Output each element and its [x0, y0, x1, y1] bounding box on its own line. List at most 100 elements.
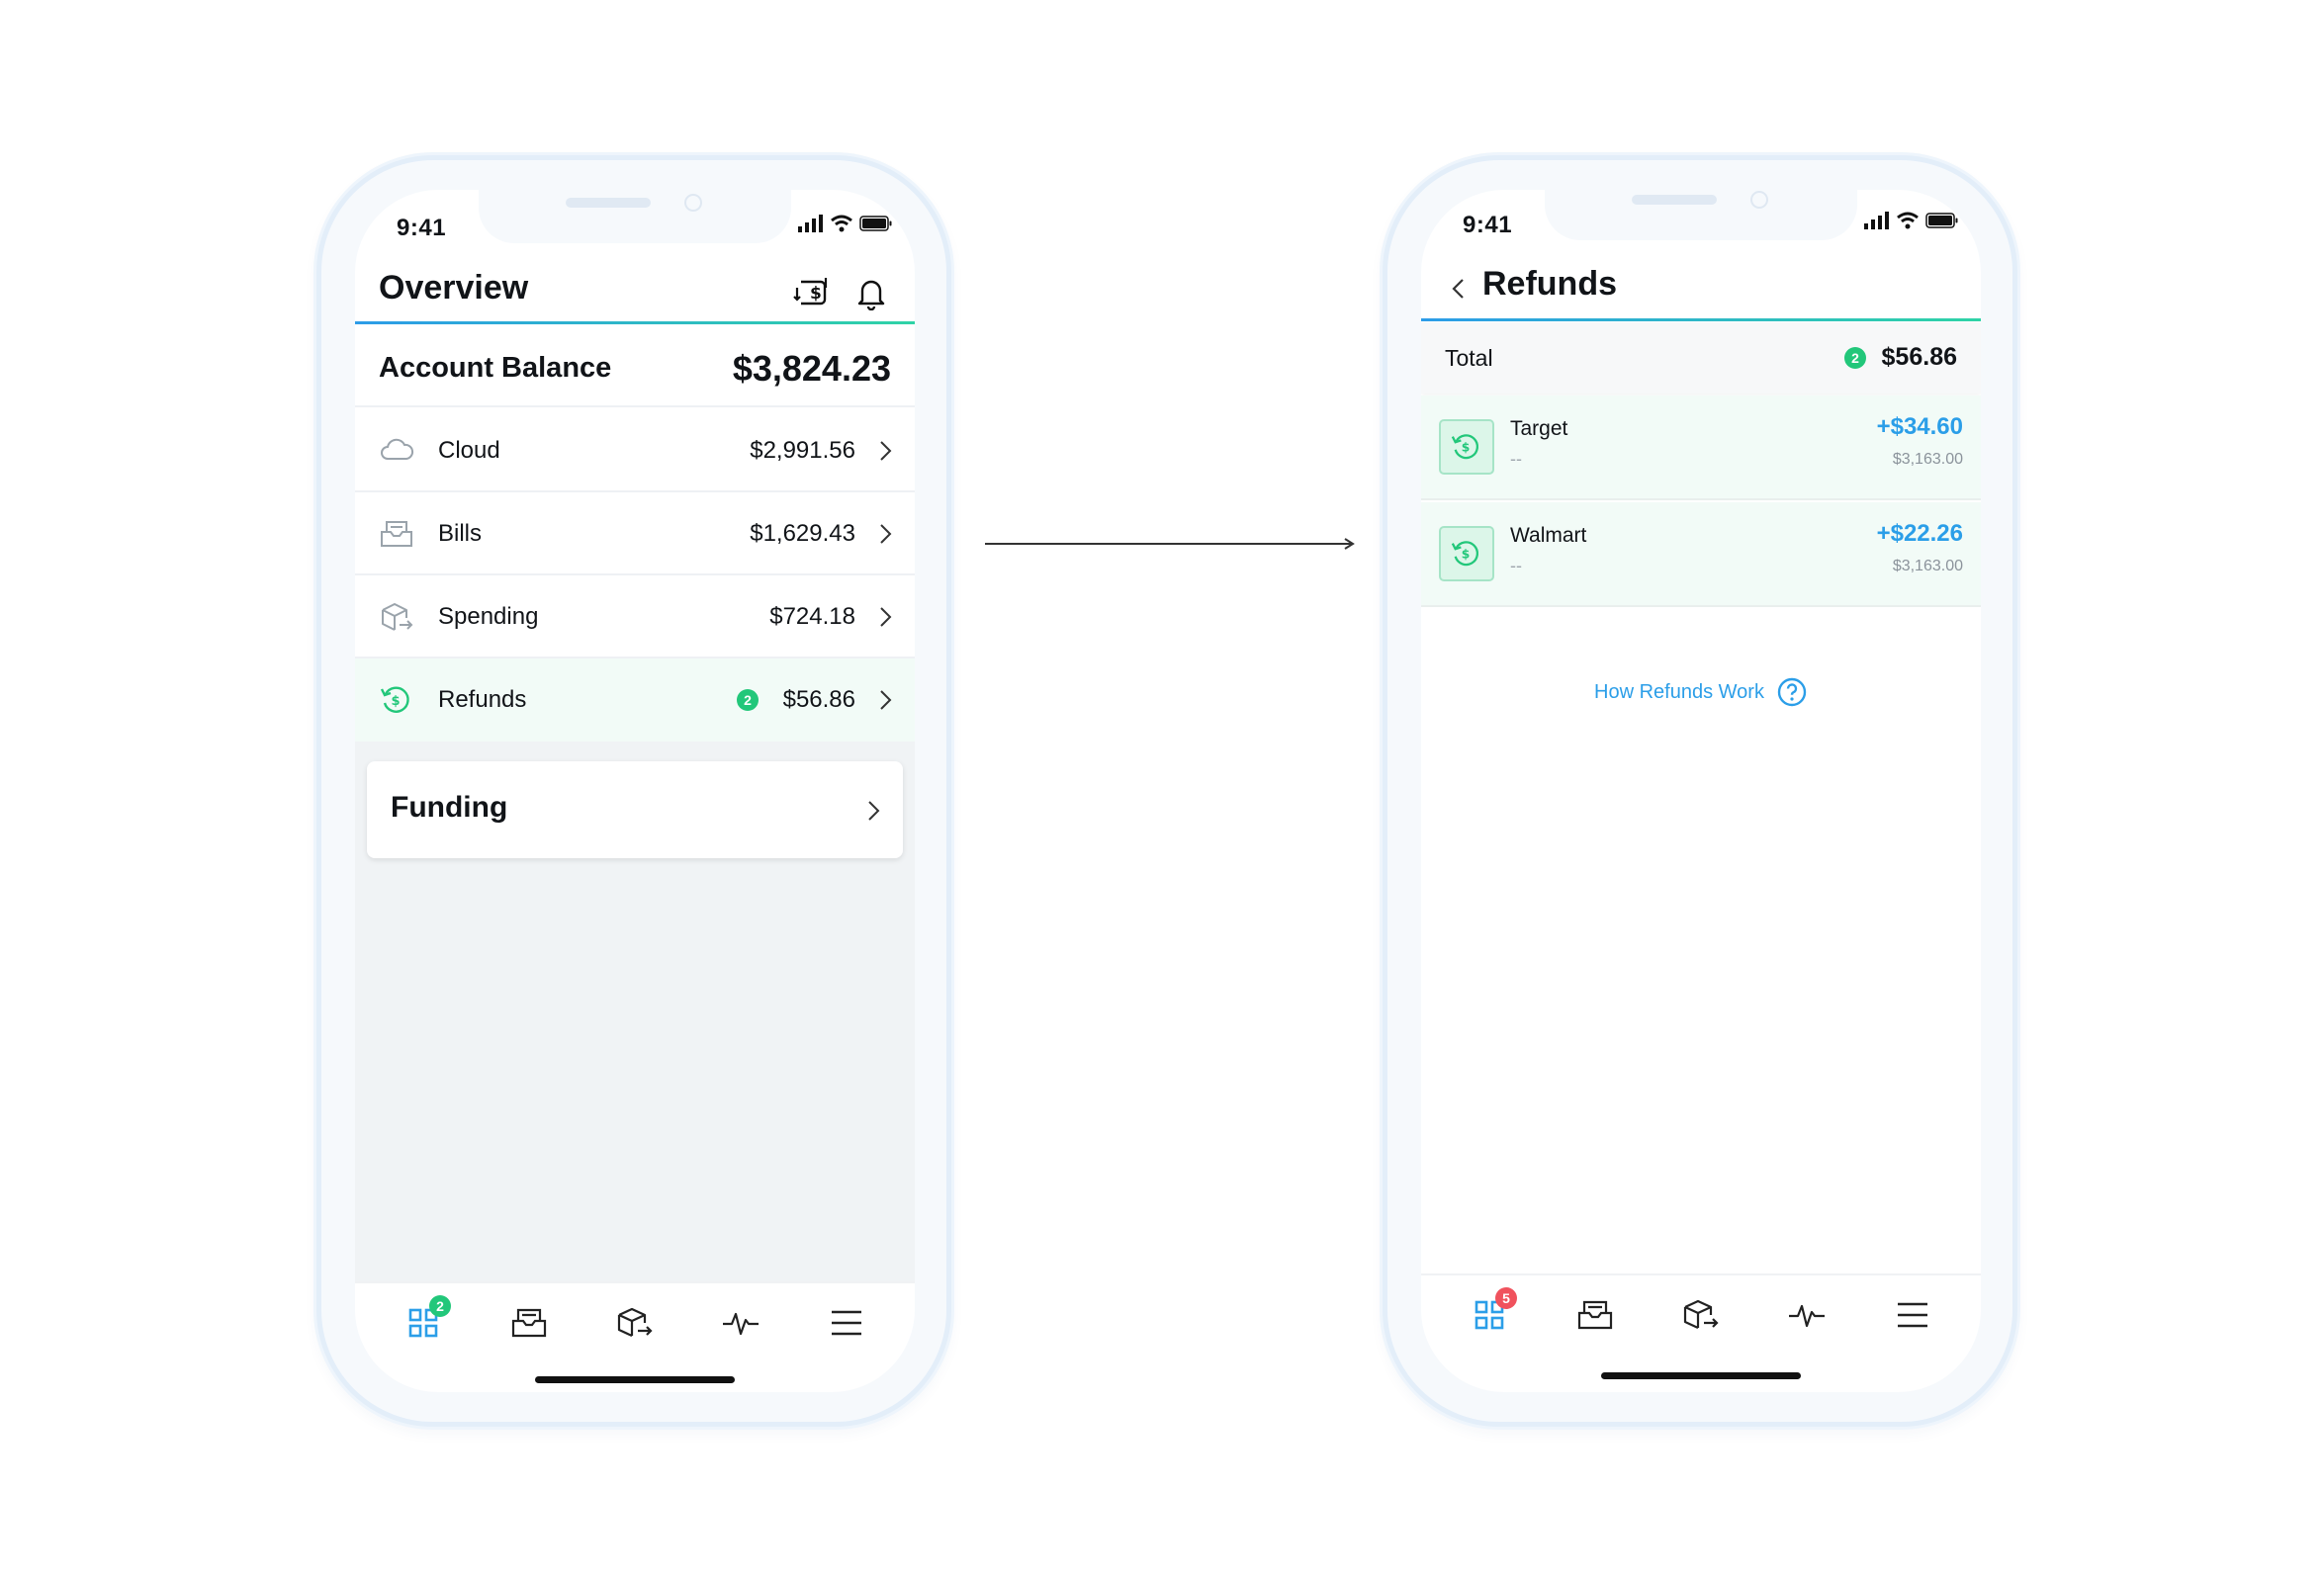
accounts-list: Cloud $2,991.56 Bills $1,629.43 Spending… [355, 409, 915, 742]
chevron-left-icon [1452, 279, 1464, 299]
overview-header: Overview $ [355, 259, 915, 322]
inbox-icon [511, 1308, 547, 1338]
refund-icon: $ [379, 684, 414, 716]
currency-exchange-icon[interactable]: $ [792, 273, 832, 312]
menu-icon [1898, 1302, 1927, 1328]
list-item-label: Bills [438, 520, 483, 547]
refund-balance: $3,163.00 [1892, 451, 1963, 468]
tab-badge: 2 [429, 1295, 451, 1317]
header-accent-line [1421, 318, 1981, 321]
status-time: 9:41 [397, 215, 447, 241]
refund-icon: $ [1439, 419, 1494, 475]
flow-arrow-icon [985, 538, 1355, 550]
svg-text:$: $ [1462, 441, 1471, 455]
account-balance-row: Account Balance $3,824.23 [355, 328, 915, 407]
inbox-icon [1577, 1300, 1613, 1330]
refunds-header: Refunds [1421, 259, 1981, 318]
inbox-icon [379, 518, 414, 550]
box-arrow-icon [1683, 1299, 1719, 1329]
tab-spending[interactable] [613, 1301, 657, 1345]
list-item-label: Refunds [438, 686, 527, 713]
how-refunds-work-label: How Refunds Work [1594, 680, 1764, 703]
activity-icon [1789, 1304, 1825, 1328]
page-title: Overview [379, 269, 529, 307]
refund-amount: +$22.26 [1876, 520, 1963, 547]
tab-inbox[interactable] [1573, 1293, 1617, 1337]
chevron-right-icon [875, 603, 895, 631]
tab-menu[interactable] [1891, 1293, 1934, 1337]
refund-icon: $ [1439, 526, 1494, 581]
overview-screen: 9:41 Overview $ Account Balance $3,824.2… [355, 190, 915, 1392]
chevron-right-icon [875, 520, 895, 548]
tab-badge: 5 [1495, 1287, 1517, 1309]
list-item-value: $724.18 [769, 603, 855, 630]
total-row: Total 2 $56.86 [1421, 322, 1981, 394]
list-item-cloud[interactable]: Cloud $2,991.56 [355, 409, 915, 492]
wifi-icon [831, 215, 852, 232]
how-refunds-work-link[interactable]: How Refunds Work [1421, 672, 1981, 712]
tab-activity[interactable] [719, 1301, 762, 1345]
list-item-value: $2,991.56 [750, 437, 855, 464]
list-item-label: Cloud [438, 437, 500, 464]
tab-bar: 2 [355, 1281, 915, 1370]
chevron-right-icon [875, 437, 895, 465]
refund-merchant: Walmart [1510, 524, 1587, 547]
chevron-right-icon [863, 797, 883, 825]
box-arrow-icon [617, 1307, 653, 1337]
refund-item-target[interactable]: $ Target -- +$34.60 $3,163.00 [1421, 395, 1981, 500]
notch [1545, 190, 1857, 240]
refunds-count-badge: 2 [737, 689, 759, 711]
total-label: Total [1445, 345, 1493, 371]
list-item-bills[interactable]: Bills $1,629.43 [355, 492, 915, 575]
tab-dashboard[interactable]: 2 [402, 1295, 451, 1345]
menu-icon [832, 1310, 861, 1336]
wifi-icon [1897, 212, 1919, 229]
battery-icon [859, 216, 892, 231]
back-button[interactable] [1439, 269, 1478, 308]
home-indicator [535, 1376, 735, 1383]
status-time: 9:41 [1463, 212, 1513, 238]
list-item-label: Spending [438, 603, 539, 630]
phone-refunds: 9:41 Refunds Total 2 $56.86 $ Target -- … [1383, 155, 2017, 1427]
funding-label: Funding [391, 791, 508, 824]
tab-activity[interactable] [1785, 1293, 1829, 1337]
total-count-badge: 2 [1844, 347, 1866, 369]
page-title: Refunds [1482, 265, 1617, 303]
signal-icon [1864, 212, 1889, 229]
svg-text:$: $ [392, 694, 401, 709]
svg-text:$: $ [810, 284, 822, 304]
refund-subtitle: -- [1510, 556, 1522, 575]
chevron-right-icon [875, 686, 895, 714]
phone-overview: 9:41 Overview $ Account Balance $3,824.2… [316, 155, 951, 1427]
refund-merchant: Target [1510, 417, 1568, 440]
bell-icon[interactable] [851, 273, 891, 312]
tab-spending[interactable] [1679, 1293, 1723, 1337]
refund-balance: $3,163.00 [1892, 558, 1963, 574]
list-item-spending[interactable]: Spending $724.18 [355, 575, 915, 658]
tab-menu[interactable] [825, 1301, 868, 1345]
refund-subtitle: -- [1510, 449, 1522, 469]
list-item-refunds[interactable]: $ Refunds 2 $56.86 [355, 658, 915, 742]
help-circle-icon [1777, 677, 1807, 707]
total-value: $56.86 [1881, 343, 1957, 371]
tab-bar: 5 [1421, 1273, 1981, 1362]
cloud-icon [379, 435, 414, 467]
svg-text:$: $ [1462, 548, 1471, 562]
funding-card[interactable]: Funding [367, 761, 903, 858]
notch [479, 190, 791, 243]
list-item-value: $1,629.43 [750, 520, 855, 547]
refunds-screen: 9:41 Refunds Total 2 $56.86 $ Target -- … [1421, 190, 1981, 1392]
activity-icon [723, 1312, 759, 1336]
home-indicator [1601, 1372, 1801, 1379]
header-accent-line [355, 321, 915, 324]
balance-label: Account Balance [379, 352, 612, 384]
balance-value: $3,824.23 [732, 348, 891, 389]
refund-amount: +$34.60 [1876, 413, 1963, 440]
tab-dashboard[interactable]: 5 [1468, 1287, 1517, 1337]
tab-inbox[interactable] [507, 1301, 551, 1345]
battery-icon [1925, 213, 1958, 228]
status-icons [798, 215, 893, 232]
signal-icon [798, 215, 823, 232]
status-icons [1864, 212, 1959, 229]
refund-item-walmart[interactable]: $ Walmart -- +$22.26 $3,163.00 [1421, 502, 1981, 607]
